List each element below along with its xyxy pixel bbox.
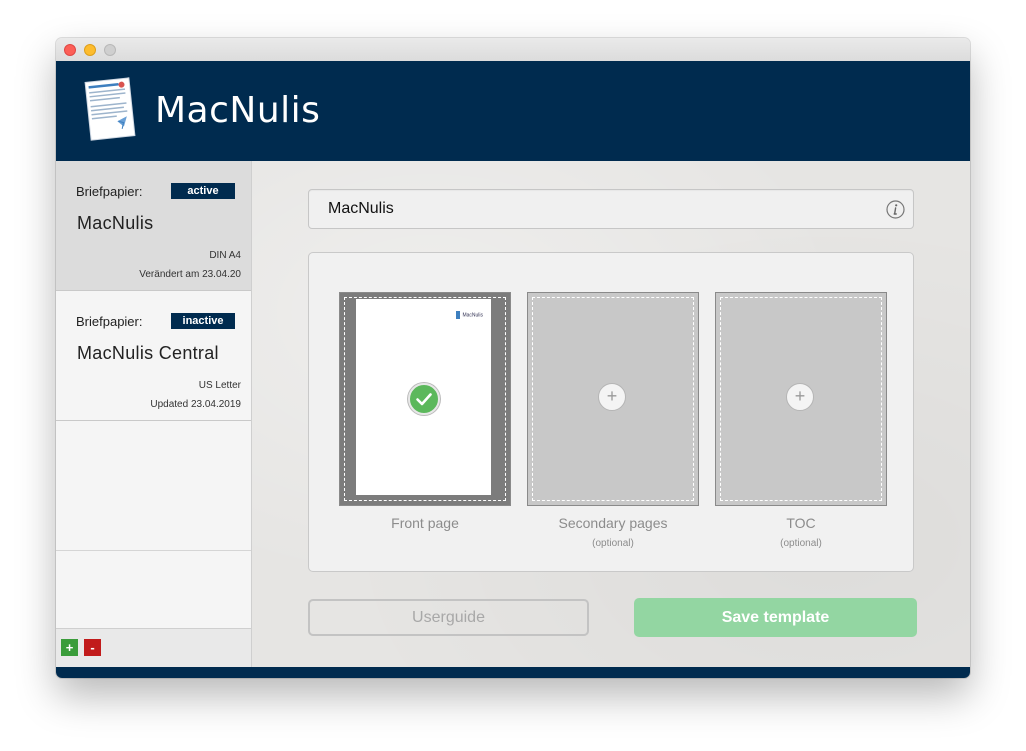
template-name-value: MacNulis [328,200,394,217]
secondary-pages-label: Secondary pages [558,515,668,531]
sidebar-footer: + - [56,628,251,669]
save-template-button[interactable]: Save template [634,598,917,637]
close-window-button[interactable] [64,44,76,56]
secondary-pages-optional-note: (optional) [592,538,634,549]
document-logo-icon [84,77,136,141]
page-slots-panel: MacNulis + + Front page Secondary pages … [308,252,914,572]
front-page-slot[interactable]: MacNulis [339,292,511,506]
template-paper-size: DIN A4 [209,250,241,261]
remove-template-button[interactable]: - [84,639,101,656]
status-badge: inactive [171,313,235,329]
template-kind-label: Briefpapier: [76,314,143,329]
template-name-field[interactable]: MacNulis [308,189,914,229]
template-paper-size: US Letter [198,380,241,391]
template-editor: MacNulis MacNulis + + Front page Seconda… [252,161,970,667]
title-bar [56,38,970,62]
template-name: MacNulis [77,213,154,233]
sidebar-divider [56,550,251,551]
info-icon[interactable] [886,200,905,219]
toc-optional-note: (optional) [780,538,822,549]
app-header: MacNulis [56,61,970,161]
userguide-button[interactable]: Userguide [308,599,589,636]
secondary-pages-slot[interactable]: + [527,292,699,506]
template-sidebar: Briefpapier: active MacNulis DIN A4 Verä… [56,161,252,669]
add-template-button[interactable]: + [61,639,78,656]
template-updated: Updated 23.04.2019 [150,399,241,410]
template-kind-label: Briefpapier: [76,184,143,199]
minimize-window-button[interactable] [84,44,96,56]
zoom-window-button[interactable] [104,44,116,56]
app-window: MacNulis Briefpapier: active MacNulis DI… [56,38,970,678]
plus-icon[interactable]: + [598,383,626,411]
template-list-item[interactable]: Briefpapier: inactive MacNulis Central U… [56,291,251,421]
toc-slot[interactable]: + [715,292,887,506]
app-brand-title: MacNulis [155,90,321,131]
window-footer-bar [56,667,970,678]
slot-dashed-outline [344,297,506,501]
status-badge: active [171,183,235,199]
template-name: MacNulis Central [77,343,219,363]
template-updated: Verändert am 23.04.20 [139,269,241,280]
front-page-label: Front page [391,515,459,531]
plus-icon[interactable]: + [786,383,814,411]
template-list-item[interactable]: Briefpapier: active MacNulis DIN A4 Verä… [56,161,251,291]
toc-label: TOC [786,515,816,531]
